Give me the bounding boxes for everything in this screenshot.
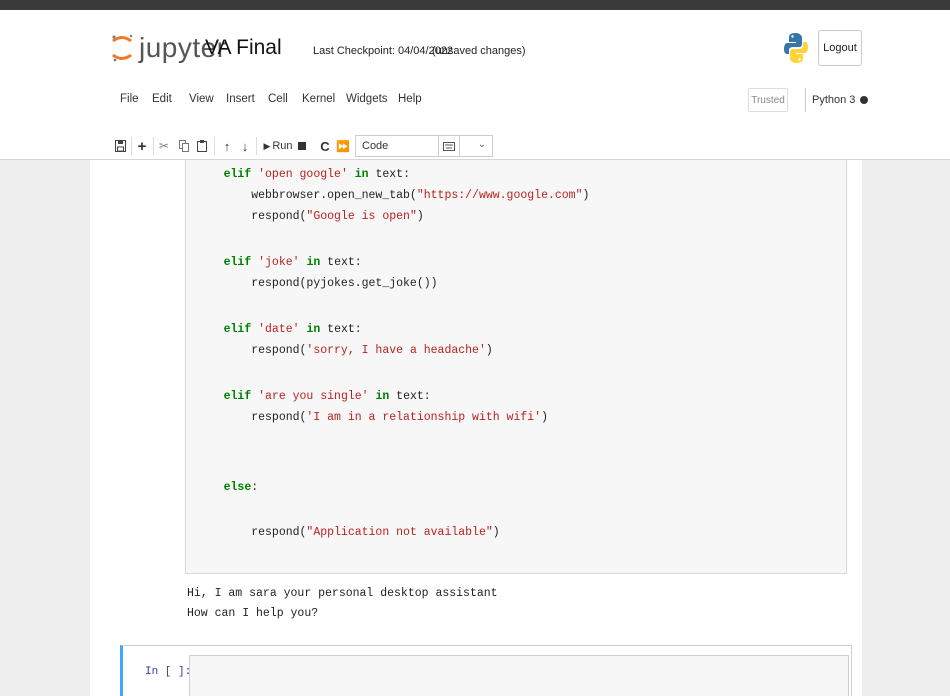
code-text: respond( [196, 526, 307, 539]
toolbar-controls: C ⏩ Code ⌄ [0, 125, 950, 165]
fast-forward-icon[interactable]: ⏩ [336, 137, 350, 155]
menu-bar: File Edit View Insert Cell Kernel Widget… [0, 80, 950, 120]
code-cell-input[interactable]: elif 'open google' in text: webbrowser.o… [185, 160, 847, 574]
code-text: ) [485, 344, 493, 357]
logout-button[interactable]: Logout [818, 30, 862, 66]
code-line: webbrowser.open_new_tab("https://www.goo… [196, 189, 589, 202]
code-line: elif 'open google' in text: [196, 168, 410, 181]
code-line: respond('I am in a relationship with wif… [196, 411, 548, 424]
menu-insert[interactable]: Insert [226, 93, 255, 105]
code-text: : [251, 481, 259, 494]
output-line: How can I help you? [187, 607, 319, 620]
code-text: ) [582, 189, 590, 202]
menu-help[interactable]: Help [398, 93, 422, 105]
browser-top-bar [0, 0, 950, 10]
menu-widgets[interactable]: Widgets [346, 93, 388, 105]
kernel-status-icon [860, 96, 869, 104]
code-keyword: in [375, 390, 390, 403]
code-keyword: in [354, 168, 369, 181]
code-string: "Google is open" [306, 210, 417, 223]
code-text: respond(pyjokes.get_joke()) [196, 277, 438, 290]
code-keyword: elif [223, 256, 252, 269]
trusted-indicator[interactable]: Trusted [748, 88, 788, 112]
restart-icon[interactable]: C [318, 137, 332, 155]
code-text: webbrowser.open_new_tab( [196, 189, 417, 202]
code-keyword: else [223, 481, 252, 494]
code-line: else: [196, 481, 259, 494]
code-text: ) [541, 411, 548, 424]
code-keyword: in [306, 256, 321, 269]
code-line: respond(pyjokes.get_joke()) [196, 277, 438, 290]
jupyter-logo-icon [112, 34, 133, 62]
code-line: respond('sorry, I have a headache') [196, 344, 493, 357]
code-string: "Application not available" [306, 526, 493, 539]
code-text: respond( [196, 210, 307, 223]
code-string: 'joke' [258, 256, 300, 269]
code-text: text: [368, 168, 410, 181]
kernel-name: Python 3 [812, 94, 856, 106]
menu-kernel[interactable]: Kernel [302, 93, 335, 105]
cell-input-area[interactable] [189, 655, 849, 696]
input-prompt: In [ ]: [145, 666, 192, 678]
menu-file[interactable]: File [120, 93, 139, 105]
code-string: 'date' [258, 323, 300, 336]
code-text: text: [389, 390, 431, 403]
menu-edit[interactable]: Edit [152, 93, 172, 105]
code-line: elif 'joke' in text: [196, 256, 362, 269]
kernel-indicator[interactable]: Python 3 [805, 88, 869, 112]
code-text: ) [492, 526, 500, 539]
code-keyword: elif [223, 390, 252, 403]
menu-cell[interactable]: Cell [268, 93, 288, 105]
code-text: respond( [196, 411, 307, 424]
output-line: Hi, I am sara your personal desktop assi… [187, 587, 498, 600]
notebook-title[interactable]: VA Final [205, 36, 282, 60]
code-line: respond("Google is open") [196, 210, 424, 223]
menu-view[interactable]: View [189, 93, 214, 105]
code-string: 'I am in a relationship with wifi' [306, 411, 542, 424]
code-line: elif 'date' in text: [196, 323, 362, 336]
save-status: (unsaved changes) [432, 45, 526, 57]
cell-type-value: Code [362, 140, 389, 152]
empty-code-cell[interactable]: In [ ]: [120, 645, 852, 696]
keyboard-icon[interactable] [438, 135, 460, 157]
code-keyword: elif [223, 168, 252, 181]
code-text: respond( [196, 344, 307, 357]
code-keyword: in [306, 323, 321, 336]
code-string: 'open google' [258, 168, 348, 181]
code-text: ) [416, 210, 424, 223]
code-string: 'sorry, I have a headache' [306, 344, 486, 357]
code-line: respond("Application not available") [196, 526, 500, 539]
code-line: elif 'are you single' in text: [196, 390, 431, 403]
chevron-down-icon: ⌄ [477, 139, 486, 150]
cell-type-select[interactable]: Code ⌄ [355, 135, 493, 157]
code-text: text: [320, 323, 362, 336]
code-string: "https://www.google.com" [416, 189, 583, 202]
python-logo-icon [784, 33, 808, 63]
code-string: 'are you single' [258, 390, 369, 403]
code-keyword: elif [223, 323, 252, 336]
code-text: text: [320, 256, 362, 269]
notebook-container: elif 'open google' in text: webbrowser.o… [90, 160, 862, 696]
